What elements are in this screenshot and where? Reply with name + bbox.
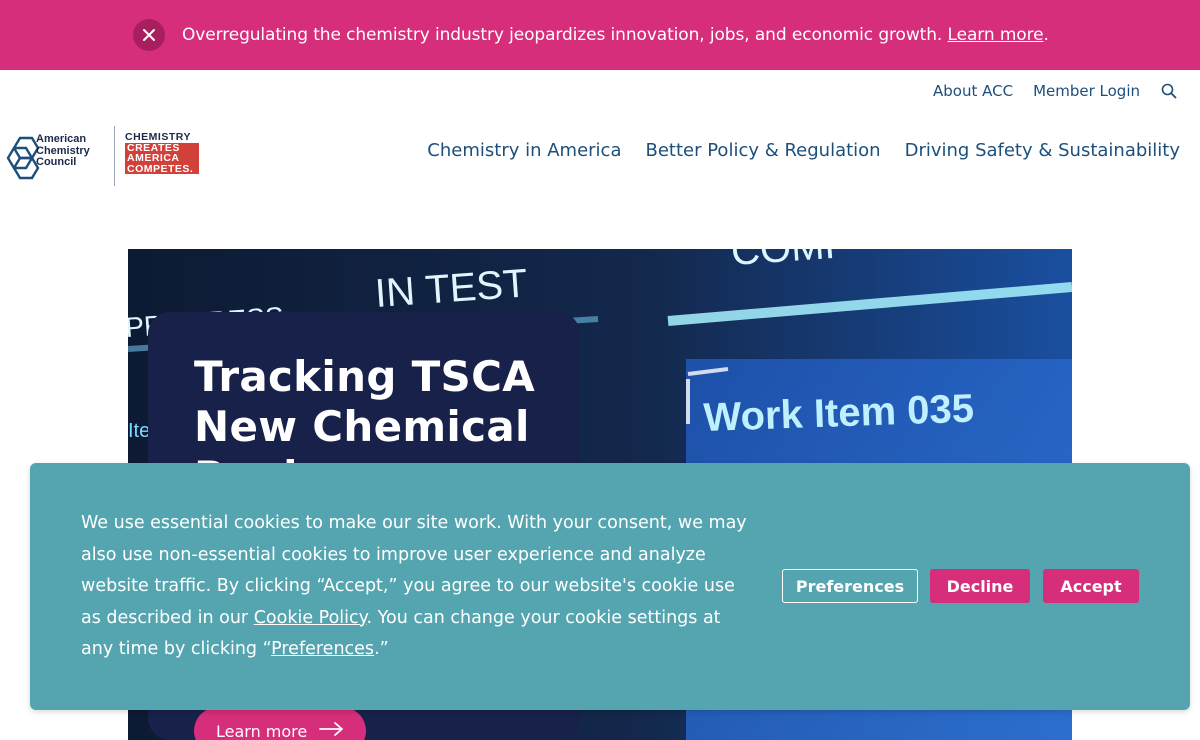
- alert-trail: .: [1043, 25, 1049, 45]
- alert-message: Overregulating the chemistry industry je…: [182, 23, 1049, 47]
- acc-logo-text: American Chemistry Council: [36, 133, 90, 169]
- nav-chemistry-in-america[interactable]: Chemistry in America: [427, 140, 621, 161]
- close-icon[interactable]: [133, 19, 165, 51]
- cca-logo: CHEMISTRY CREATES AMERICA COMPETES.: [125, 132, 199, 176]
- cca-line-3: AMERICA: [125, 153, 199, 164]
- cookie-text-3: .”: [374, 639, 389, 659]
- utility-nav: About ACC Member Login: [933, 80, 1178, 102]
- cookie-banner: We use essential cookies to make our sit…: [30, 463, 1190, 710]
- cookie-buttons: Preferences Decline Accept: [782, 569, 1139, 603]
- alert-bar: Overregulating the chemistry industry je…: [0, 0, 1200, 70]
- hero-learn-more-button[interactable]: Learn more: [194, 707, 366, 740]
- cookie-preferences-link[interactable]: Preferences: [271, 639, 374, 659]
- cookie-message: We use essential cookies to make our sit…: [81, 508, 751, 666]
- alert-text: Overregulating the chemistry industry je…: [182, 25, 948, 45]
- search-icon[interactable]: [1160, 82, 1178, 100]
- logo-divider: [114, 126, 115, 186]
- about-acc-link[interactable]: About ACC: [933, 82, 1013, 100]
- accept-button[interactable]: Accept: [1043, 569, 1139, 603]
- member-login-link[interactable]: Member Login: [1033, 82, 1140, 100]
- arrow-right-icon: [319, 721, 345, 740]
- nav-driving-safety[interactable]: Driving Safety & Sustainability: [905, 140, 1180, 161]
- cookie-policy-link[interactable]: Cookie Policy: [254, 608, 367, 628]
- cca-line-1: CHEMISTRY: [125, 131, 191, 143]
- cca-line-4: COMPETES.: [125, 163, 199, 174]
- nav-better-policy[interactable]: Better Policy & Regulation: [645, 140, 880, 161]
- acc-line-3: Council: [36, 156, 77, 168]
- alert-learn-more-link[interactable]: Learn more: [948, 25, 1044, 45]
- decline-button[interactable]: Decline: [930, 569, 1030, 603]
- main-nav: Chemistry in America Better Policy & Reg…: [427, 140, 1180, 161]
- site-logo[interactable]: American Chemistry Council CHEMISTRY CRE…: [6, 126, 202, 186]
- hero-button-label: Learn more: [216, 721, 308, 740]
- acc-line-1: American: [36, 133, 87, 145]
- preferences-button[interactable]: Preferences: [782, 569, 918, 603]
